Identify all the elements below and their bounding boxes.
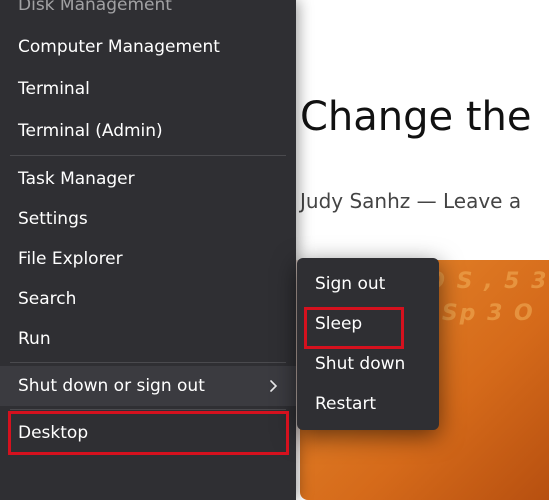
menu-item-label: Terminal [18,79,90,99]
menu-item-label: Terminal (Admin) [18,121,163,141]
submenu-item-restart[interactable]: Restart [297,384,439,424]
menu-item-settings[interactable]: Settings [0,199,296,239]
menu-item-terminal[interactable]: Terminal [0,68,296,110]
submenu-item-label: Sign out [315,274,385,294]
menu-item-run[interactable]: Run [0,319,296,359]
winx-context-menu: Disk Management Computer Management Term… [0,0,296,500]
menu-item-terminal-admin[interactable]: Terminal (Admin) [0,110,296,152]
menu-item-label: Settings [18,209,88,229]
submenu-item-shut-down[interactable]: Shut down [297,344,439,384]
menu-item-label: Task Manager [18,169,135,189]
menu-item-label: Disk Management [18,0,172,15]
menu-item-desktop[interactable]: Desktop [0,413,296,453]
menu-item-shut-down-or-sign-out[interactable]: Shut down or sign out [0,366,296,406]
menu-item-label: Run [18,329,51,349]
power-submenu: Sign out Sleep Shut down Restart [297,258,439,430]
submenu-item-label: Restart [315,394,376,414]
submenu-item-label: Shut down [315,354,405,374]
menu-separator [10,362,286,363]
menu-item-label: File Explorer [18,249,123,269]
chevron-right-icon [270,380,278,392]
menu-item-label: Shut down or sign out [18,376,205,396]
menu-item-task-manager[interactable]: Task Manager [0,159,296,199]
menu-item-label: Search [18,289,76,309]
submenu-item-label: Sleep [315,314,362,334]
article-byline: Judy Sanhz — Leave a [300,189,521,213]
menu-item-computer-management[interactable]: Computer Management [0,26,296,68]
menu-item-file-explorer[interactable]: File Explorer [0,239,296,279]
menu-separator [10,155,286,156]
menu-item-label: Computer Management [18,37,220,57]
menu-separator [10,409,286,410]
menu-item-search[interactable]: Search [0,279,296,319]
article-title: Change the [300,94,532,140]
menu-item-label: Desktop [18,423,88,443]
submenu-item-sleep[interactable]: Sleep [297,304,439,344]
menu-item-disk-management[interactable]: Disk Management [0,0,296,26]
submenu-item-sign-out[interactable]: Sign out [297,264,439,304]
